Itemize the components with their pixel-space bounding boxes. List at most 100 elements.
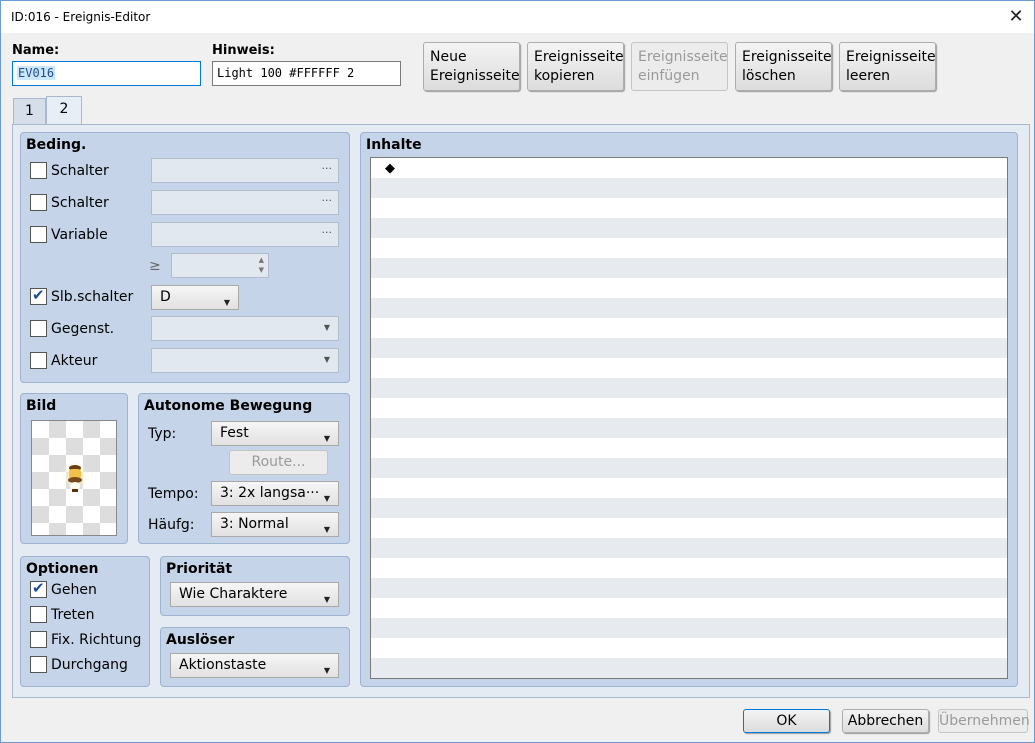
item-select[interactable]: ▼ xyxy=(151,316,339,341)
through-label: Durchgang xyxy=(51,657,128,673)
chevron-down-icon: ▼ xyxy=(323,494,330,503)
movement-speed-select[interactable]: 3: 2x langsa··· ▼ xyxy=(211,481,339,506)
chevron-down-icon: ▼ xyxy=(323,595,330,604)
tab-page-1[interactable]: 1 xyxy=(13,98,46,125)
list-item[interactable] xyxy=(371,258,1007,278)
movement-type-select[interactable]: Fest ▼ xyxy=(211,421,339,446)
step-checkbox[interactable] xyxy=(30,606,47,623)
step-label: Treten xyxy=(51,607,95,623)
list-item[interactable] xyxy=(371,518,1007,538)
variable-checkbox[interactable] xyxy=(30,226,47,243)
route-button[interactable]: Route... xyxy=(229,450,328,475)
list-item[interactable] xyxy=(371,398,1007,418)
walk-label: Gehen xyxy=(51,582,97,598)
list-item[interactable] xyxy=(371,158,1007,178)
actor-label: Akteur xyxy=(51,353,98,369)
self-switch-value: D xyxy=(160,289,171,305)
trigger-value: Aktionstaste xyxy=(179,657,267,673)
list-item[interactable] xyxy=(371,558,1007,578)
list-item[interactable] xyxy=(371,578,1007,598)
list-item[interactable] xyxy=(371,498,1007,518)
switch2-checkbox[interactable] xyxy=(30,194,47,211)
list-item[interactable] xyxy=(371,318,1007,338)
list-item[interactable] xyxy=(371,238,1007,258)
variable-value-spinner[interactable]: ▲ ▼ xyxy=(171,253,269,278)
walk-checkbox[interactable]: ✔ xyxy=(30,579,47,598)
list-item[interactable] xyxy=(371,298,1007,318)
list-item[interactable] xyxy=(371,658,1007,678)
command-list[interactable]: ◆ xyxy=(370,157,1008,679)
through-checkbox[interactable] xyxy=(30,656,47,673)
priority-select[interactable]: Wie Charaktere ▼ xyxy=(170,582,339,607)
variable-label: Variable xyxy=(51,227,108,243)
movement-frequency-value: 3: Normal xyxy=(220,516,289,532)
list-item[interactable] xyxy=(371,338,1007,358)
actor-select[interactable]: ▼ xyxy=(151,348,339,373)
note-label: Hinweis: xyxy=(212,43,275,58)
tab-page-2[interactable]: 2 xyxy=(46,96,82,125)
note-value: Light 100 #FFFFFF 2 xyxy=(217,66,355,80)
actor-checkbox[interactable] xyxy=(30,352,47,369)
note-input[interactable]: Light 100 #FFFFFF 2 xyxy=(212,61,401,86)
paste-page-button[interactable]: Ereignisseite einfügen xyxy=(631,42,728,91)
command-list-rows xyxy=(371,158,1007,678)
clear-page-button[interactable]: Ereignisseite leeren xyxy=(839,42,936,91)
variable-field[interactable]: ··· xyxy=(151,222,339,247)
list-item[interactable] xyxy=(371,418,1007,438)
trigger-select[interactable]: Aktionstaste ▼ xyxy=(170,653,339,678)
list-item[interactable] xyxy=(371,478,1007,498)
self-switch-select[interactable]: D ▼ xyxy=(151,285,239,310)
title-bar: ID:016 - Ereignis-Editor ✕ xyxy=(1,1,1034,33)
ellipsis-icon: ··· xyxy=(321,226,333,239)
list-item[interactable] xyxy=(371,638,1007,658)
name-input[interactable]: EV016 xyxy=(12,61,201,86)
new-page-button[interactable]: Neue Ereignisseite xyxy=(423,42,520,91)
event-image[interactable] xyxy=(31,420,117,536)
chevron-down-icon: ▼ xyxy=(323,434,330,443)
chevron-down-icon: ▼ xyxy=(323,355,330,364)
movement-type-label: Typ: xyxy=(148,426,177,442)
item-checkbox[interactable] xyxy=(30,320,47,337)
cancel-button[interactable]: Abbrechen xyxy=(842,709,929,733)
self-switch-checkbox[interactable]: ✔ xyxy=(30,286,47,305)
movement-type-value: Fest xyxy=(220,425,249,441)
list-item[interactable] xyxy=(371,598,1007,618)
priority-title: Priorität xyxy=(166,561,233,577)
list-item[interactable] xyxy=(371,438,1007,458)
spin-down-icon[interactable]: ▼ xyxy=(259,266,264,274)
movement-speed-value: 3: 2x langsa··· xyxy=(220,485,320,501)
close-icon[interactable]: ✕ xyxy=(1004,5,1028,29)
direction-fix-checkbox[interactable] xyxy=(30,631,47,648)
list-item[interactable] xyxy=(371,378,1007,398)
list-item[interactable] xyxy=(371,618,1007,638)
ok-button[interactable]: OK xyxy=(743,709,830,733)
name-value: EV016 xyxy=(17,66,56,80)
spin-up-icon[interactable]: ▲ xyxy=(259,256,264,264)
list-item[interactable] xyxy=(371,538,1007,558)
checkmark-icon: ✔ xyxy=(32,579,45,597)
apply-button[interactable]: Übernehmen xyxy=(938,709,1030,733)
chevron-down-icon: ▼ xyxy=(323,525,330,534)
switch1-checkbox[interactable] xyxy=(30,162,47,179)
list-item[interactable] xyxy=(371,458,1007,478)
event-editor-window: ID:016 - Ereignis-Editor ✕ Name: EV016 H… xyxy=(0,0,1035,743)
copy-page-button[interactable]: Ereignisseite kopieren xyxy=(527,42,624,91)
list-item[interactable] xyxy=(371,218,1007,238)
list-item[interactable] xyxy=(371,358,1007,378)
direction-fix-label: Fix. Richtung xyxy=(51,632,142,648)
chevron-down-icon: ▼ xyxy=(323,323,330,332)
movement-speed-label: Tempo: xyxy=(148,486,199,502)
trigger-title: Auslöser xyxy=(166,632,235,648)
switch1-field[interactable]: ··· xyxy=(151,158,339,183)
empty-command-marker[interactable]: ◆ xyxy=(385,161,395,176)
list-item[interactable] xyxy=(371,278,1007,298)
delete-page-button[interactable]: Ereignisseite löschen xyxy=(735,42,832,91)
checkmark-icon: ✔ xyxy=(32,286,45,304)
switch2-field[interactable]: ··· xyxy=(151,190,339,215)
movement-frequency-select[interactable]: 3: Normal ▼ xyxy=(211,512,339,537)
name-label: Name: xyxy=(12,43,60,58)
list-item[interactable] xyxy=(371,198,1007,218)
ellipsis-icon: ··· xyxy=(321,162,333,175)
switch2-label: Schalter xyxy=(51,195,109,211)
list-item[interactable] xyxy=(371,178,1007,198)
